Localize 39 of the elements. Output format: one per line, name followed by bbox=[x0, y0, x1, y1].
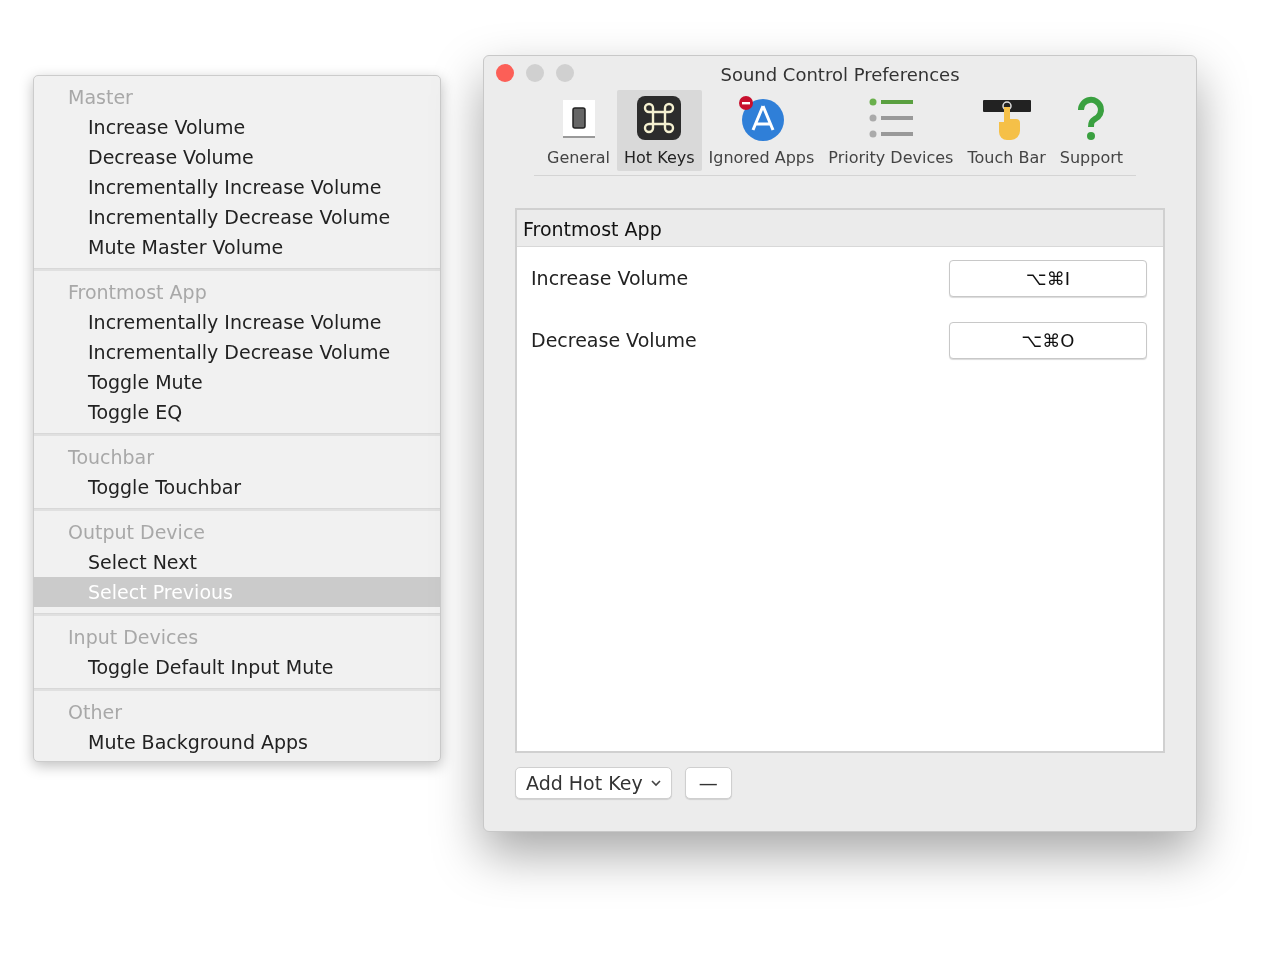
menu-item[interactable]: Mute Master Volume bbox=[34, 232, 440, 262]
menu-item[interactable]: Incrementally Decrease Volume bbox=[34, 202, 440, 232]
menu-item[interactable]: Toggle Default Input Mute bbox=[34, 652, 440, 682]
command-key-icon bbox=[635, 94, 684, 142]
menu-item[interactable]: Select Next bbox=[34, 547, 440, 577]
menu-item[interactable]: Incrementally Increase Volume bbox=[34, 307, 440, 337]
menu-item[interactable]: Toggle Mute bbox=[34, 367, 440, 397]
menu-section-header: Master bbox=[67, 85, 134, 110]
menu-section-header: Other bbox=[67, 700, 123, 725]
shortcut-recorder-button[interactable]: ⌥⌘I bbox=[949, 259, 1147, 297]
menu-item[interactable]: Decrease Volume bbox=[34, 142, 440, 172]
table-group-header: Frontmost App bbox=[517, 210, 1163, 247]
menu-section-header: Frontmost App bbox=[67, 280, 208, 305]
toolbar-tab[interactable]: Touch Bar bbox=[960, 90, 1053, 171]
toolbar-tab[interactable]: Ignored Apps bbox=[701, 90, 822, 171]
toolbar-tab[interactable]: Priority Devices bbox=[821, 90, 961, 171]
menu-section-header: Touchbar bbox=[67, 445, 156, 470]
menu-item[interactable]: Toggle Touchbar bbox=[34, 472, 440, 502]
remove-button[interactable]: — bbox=[684, 767, 732, 799]
caret-icon bbox=[650, 779, 661, 787]
action-label: Increase Volume bbox=[531, 267, 689, 289]
close-button[interactable] bbox=[496, 64, 514, 82]
toolbar-tab[interactable]: Support bbox=[1052, 90, 1130, 171]
menu-item[interactable]: Mute Background Apps bbox=[34, 727, 440, 757]
toolbar-tab[interactable]: Hot Keys bbox=[617, 90, 702, 171]
menu-section-header: Input Devices bbox=[67, 625, 200, 650]
shortcut-recorder-button[interactable]: ⌥⌘O bbox=[949, 321, 1147, 359]
zoom-button[interactable] bbox=[556, 64, 574, 82]
menu-item[interactable]: Increase Volume bbox=[34, 112, 440, 142]
minimize-button[interactable] bbox=[526, 64, 544, 82]
menu-item[interactable]: Toggle EQ bbox=[34, 397, 440, 427]
action-label: Decrease Volume bbox=[531, 329, 697, 351]
add-hot-key-dropdown[interactable]: Add Hot Key bbox=[515, 767, 672, 799]
menu-item[interactable]: Incrementally Decrease Volume bbox=[34, 337, 440, 367]
app-store-icon bbox=[737, 94, 786, 142]
menu-item[interactable]: Incrementally Increase Volume bbox=[34, 172, 440, 202]
window-title: Sound Control Preferences bbox=[720, 62, 960, 85]
toolbar-tab[interactable]: General bbox=[540, 90, 618, 171]
menu-section-header: Output Device bbox=[67, 520, 207, 545]
